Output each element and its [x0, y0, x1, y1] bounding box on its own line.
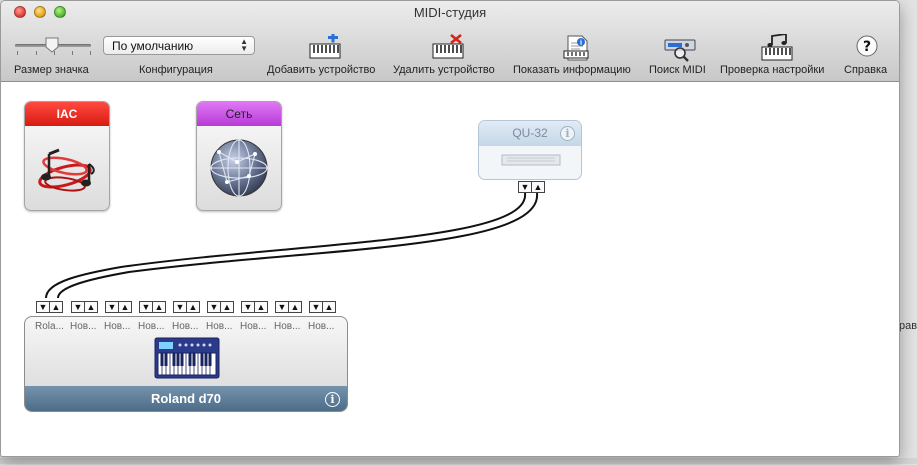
- remove-device-label: Удалить устройство: [393, 64, 495, 76]
- remove-keyboard-icon: [432, 34, 464, 59]
- roland-port-2-out[interactable]: ▼: [71, 301, 85, 313]
- roland-port-label: Нов...: [206, 321, 233, 332]
- iac-device-name: IAC: [25, 102, 109, 126]
- roland-info-icon[interactable]: i: [325, 392, 340, 407]
- iac-driver-device[interactable]: IAC: [24, 101, 110, 211]
- icon-size-label: Размер значка: [14, 64, 89, 76]
- roland-port-3-out[interactable]: ▼: [105, 301, 119, 313]
- slider-tick: [72, 51, 73, 55]
- midi-canvas[interactable]: IAC Сеть QU-32 i ▼ ▲ ▼ ▲ ▼ ▲ ▼ ▲ ▼ ▲ ▼ ▲…: [1, 82, 899, 456]
- roland-device-name-bar: Roland d70: [25, 386, 347, 411]
- network-device[interactable]: Сеть: [196, 101, 282, 211]
- add-keyboard-icon: [309, 34, 341, 59]
- roland-port-8-out[interactable]: ▼: [275, 301, 289, 313]
- slider-tick: [90, 51, 91, 55]
- add-device-label: Добавить устройство: [267, 64, 376, 76]
- slider-knob[interactable]: [45, 37, 59, 53]
- test-setup-label: Проверка настройки: [720, 64, 825, 76]
- network-globe-icon: [210, 139, 268, 197]
- roland-port-label: Нов...: [274, 321, 301, 332]
- roland-port-label: Rola...: [35, 321, 64, 332]
- midi-studio-window: MIDI-студия Размер значка По умолчанию ▲…: [0, 0, 900, 457]
- window-title: MIDI-студия: [413, 5, 487, 20]
- show-info-label: Показать информацию: [513, 64, 631, 76]
- midi-search-icon: [664, 39, 696, 62]
- toolbar: MIDI-студия Размер значка По умолчанию ▲…: [1, 1, 899, 82]
- roland-port-2-in[interactable]: ▲: [84, 301, 98, 313]
- network-device-name: Сеть: [197, 102, 281, 126]
- roland-port-7-in[interactable]: ▲: [254, 301, 268, 313]
- qu32-out-port[interactable]: ▼: [518, 181, 532, 193]
- svg-text:?: ?: [863, 39, 871, 55]
- synth-keyboard-icon: [154, 337, 220, 379]
- roland-port-7-out[interactable]: ▼: [241, 301, 255, 313]
- roland-port-9-in[interactable]: ▲: [322, 301, 336, 313]
- roland-port-4-in[interactable]: ▲: [152, 301, 166, 313]
- configuration-select[interactable]: По умолчанию ▲ ▼: [103, 36, 255, 55]
- roland-port-1-in[interactable]: ▲: [49, 301, 63, 313]
- qu32-in-port[interactable]: ▲: [531, 181, 545, 193]
- configuration-label: Конфигурация: [139, 64, 213, 76]
- roland-port-label: Нов...: [240, 321, 267, 332]
- qu32-info-icon[interactable]: i: [560, 126, 575, 141]
- roland-port-6-in[interactable]: ▲: [220, 301, 234, 313]
- updown-arrows-icon: ▲ ▼: [240, 37, 248, 53]
- roland-port-label: Нов...: [138, 321, 165, 332]
- configuration-value: По умолчанию: [112, 39, 194, 53]
- roland-d70-device[interactable]: Rola... Нов... Нов... Нов... Нов... Нов.…: [24, 316, 348, 412]
- help-label: Справка: [844, 64, 888, 76]
- roland-device-name: Roland d70: [150, 391, 222, 406]
- background-text: рав: [899, 320, 917, 332]
- music-notes-icon: [38, 148, 95, 192]
- rack-unit-icon: [501, 154, 561, 166]
- roland-port-5-out[interactable]: ▼: [173, 301, 187, 313]
- roland-port-label: Нов...: [104, 321, 131, 332]
- background-strip: [0, 458, 917, 464]
- keyboard-music-note-icon: [761, 34, 793, 61]
- slider-tick: [17, 51, 18, 55]
- roland-port-3-in[interactable]: ▲: [118, 301, 132, 313]
- roland-port-label: Нов...: [308, 321, 335, 332]
- roland-port-label: Нов...: [70, 321, 97, 332]
- help-icon: ?: [856, 35, 878, 57]
- roland-port-9-out[interactable]: ▼: [309, 301, 323, 313]
- roland-port-5-in[interactable]: ▲: [186, 301, 200, 313]
- roland-port-1-out[interactable]: ▼: [36, 301, 50, 313]
- roland-port-6-out[interactable]: ▼: [207, 301, 221, 313]
- roland-port-label: Нов...: [172, 321, 199, 332]
- roland-port-8-in[interactable]: ▲: [288, 301, 302, 313]
- info-document-icon: i: [563, 35, 589, 61]
- qu32-device[interactable]: QU-32 i: [478, 120, 582, 180]
- roland-port-4-out[interactable]: ▼: [139, 301, 153, 313]
- slider-tick: [36, 51, 37, 55]
- search-midi-label: Поиск MIDI: [649, 64, 706, 76]
